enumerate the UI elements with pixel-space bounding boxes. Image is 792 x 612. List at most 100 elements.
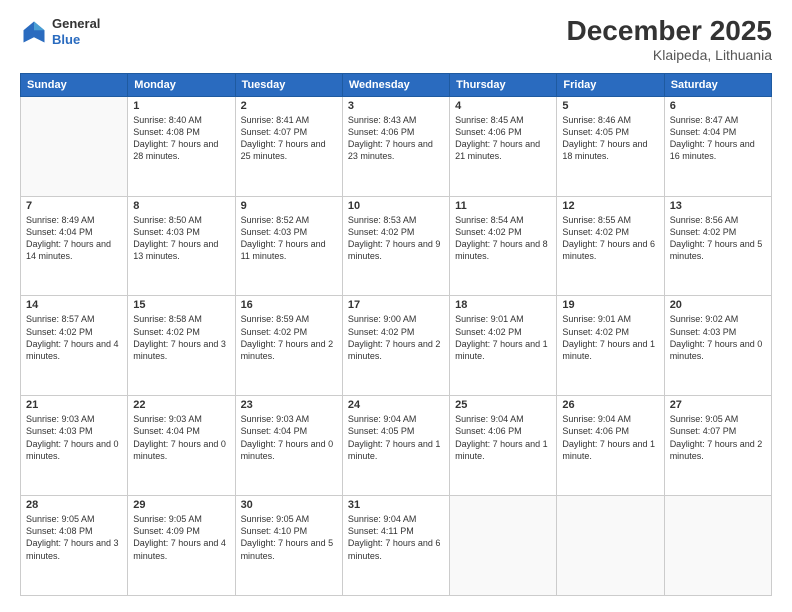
- calendar-day-header: Saturday: [664, 73, 771, 96]
- title-block: December 2025 Klaipeda, Lithuania: [567, 16, 772, 63]
- day-number: 15: [133, 299, 229, 311]
- calendar-day-cell: 17 Sunrise: 9:00 AMSunset: 4:02 PMDayligh…: [342, 296, 449, 396]
- day-info: Sunrise: 9:05 AMSunset: 4:07 PMDaylight:…: [670, 413, 766, 462]
- calendar-day-cell: 26 Sunrise: 9:04 AMSunset: 4:06 PMDayligh…: [557, 396, 664, 496]
- calendar-day-cell: 13 Sunrise: 8:56 AMSunset: 4:02 PMDayligh…: [664, 196, 771, 296]
- day-info: Sunrise: 9:04 AMSunset: 4:06 PMDaylight:…: [562, 413, 658, 462]
- calendar-day-header: Tuesday: [235, 73, 342, 96]
- page: General Blue December 2025 Klaipeda, Lit…: [0, 0, 792, 612]
- logo-general-text: General: [52, 16, 100, 32]
- day-info: Sunrise: 8:49 AMSunset: 4:04 PMDaylight:…: [26, 214, 122, 263]
- day-number: 2: [241, 100, 337, 112]
- day-number: 24: [348, 399, 444, 411]
- day-info: Sunrise: 9:04 AMSunset: 4:05 PMDaylight:…: [348, 413, 444, 462]
- day-info: Sunrise: 9:04 AMSunset: 4:06 PMDaylight:…: [455, 413, 551, 462]
- day-number: 6: [670, 100, 766, 112]
- calendar-week-row: 1 Sunrise: 8:40 AMSunset: 4:08 PMDaylight…: [21, 96, 772, 196]
- day-number: 23: [241, 399, 337, 411]
- calendar-week-row: 28 Sunrise: 9:05 AMSunset: 4:08 PMDayligh…: [21, 496, 772, 596]
- calendar-day-cell: 18Sunrise: 9:01 AMSunset: 4:02 PMDayligh…: [450, 296, 557, 396]
- calendar-day-cell: 25 Sunrise: 9:04 AMSunset: 4:06 PMDayligh…: [450, 396, 557, 496]
- day-info: Sunrise: 8:52 AMSunset: 4:03 PMDaylight:…: [241, 214, 337, 263]
- calendar-day-cell: [21, 96, 128, 196]
- day-number: 18: [455, 299, 551, 311]
- calendar-day-header: Thursday: [450, 73, 557, 96]
- calendar-day-cell: 6 Sunrise: 8:47 AMSunset: 4:04 PMDaylight…: [664, 96, 771, 196]
- day-info: Sunrise: 9:03 AMSunset: 4:04 PMDaylight:…: [133, 413, 229, 462]
- day-info: Sunrise: 8:56 AMSunset: 4:02 PMDaylight:…: [670, 214, 766, 263]
- day-info: Sunrise: 8:46 AMSunset: 4:05 PMDaylight:…: [562, 114, 658, 163]
- day-number: 26: [562, 399, 658, 411]
- day-info: Sunrise: 9:02 AMSunset: 4:03 PMDaylight:…: [670, 313, 766, 362]
- day-number: 14: [26, 299, 122, 311]
- day-info: Sunrise: 9:05 AMSunset: 4:09 PMDaylight:…: [133, 513, 229, 562]
- calendar-day-cell: 15Sunrise: 8:58 AMSunset: 4:02 PMDayligh…: [128, 296, 235, 396]
- day-info: Sunrise: 9:05 AMSunset: 4:08 PMDaylight:…: [26, 513, 122, 562]
- day-info: Sunrise: 9:01 AMSunset: 4:02 PMDaylight:…: [562, 313, 658, 362]
- calendar-day-cell: 22 Sunrise: 9:03 AMSunset: 4:04 PMDayligh…: [128, 396, 235, 496]
- calendar-day-cell: 12 Sunrise: 8:55 AMSunset: 4:02 PMDayligh…: [557, 196, 664, 296]
- calendar-day-cell: 28 Sunrise: 9:05 AMSunset: 4:08 PMDayligh…: [21, 496, 128, 596]
- calendar-day-cell: 31 Sunrise: 9:04 AMSunset: 4:11 PMDayligh…: [342, 496, 449, 596]
- day-info: Sunrise: 9:04 AMSunset: 4:11 PMDaylight:…: [348, 513, 444, 562]
- day-number: 21: [26, 399, 122, 411]
- logo-text: General Blue: [52, 16, 100, 47]
- calendar-day-cell: 24 Sunrise: 9:04 AMSunset: 4:05 PMDayligh…: [342, 396, 449, 496]
- calendar-day-cell: 5 Sunrise: 8:46 AMSunset: 4:05 PMDaylight…: [557, 96, 664, 196]
- day-info: Sunrise: 9:00 AMSunset: 4:02 PMDaylight:…: [348, 313, 444, 362]
- calendar-day-header: Monday: [128, 73, 235, 96]
- calendar-day-header: Wednesday: [342, 73, 449, 96]
- calendar-day-cell: 7Sunrise: 8:49 AMSunset: 4:04 PMDaylight…: [21, 196, 128, 296]
- calendar-day-cell: 9Sunrise: 8:52 AMSunset: 4:03 PMDaylight…: [235, 196, 342, 296]
- day-number: 27: [670, 399, 766, 411]
- day-number: 17: [348, 299, 444, 311]
- day-info: Sunrise: 8:47 AMSunset: 4:04 PMDaylight:…: [670, 114, 766, 163]
- day-number: 11: [455, 200, 551, 212]
- calendar-day-cell: 8Sunrise: 8:50 AMSunset: 4:03 PMDaylight…: [128, 196, 235, 296]
- day-number: 22: [133, 399, 229, 411]
- day-number: 13: [670, 200, 766, 212]
- day-info: Sunrise: 8:55 AMSunset: 4:02 PMDaylight:…: [562, 214, 658, 263]
- calendar-day-cell: 2 Sunrise: 8:41 AMSunset: 4:07 PMDaylight…: [235, 96, 342, 196]
- calendar-day-cell: 3 Sunrise: 8:43 AMSunset: 4:06 PMDaylight…: [342, 96, 449, 196]
- calendar-week-row: 21Sunrise: 9:03 AMSunset: 4:03 PMDayligh…: [21, 396, 772, 496]
- calendar-week-row: 14 Sunrise: 8:57 AMSunset: 4:02 PMDayligh…: [21, 296, 772, 396]
- day-number: 10: [348, 200, 444, 212]
- calendar-day-cell: 23 Sunrise: 9:03 AMSunset: 4:04 PMDayligh…: [235, 396, 342, 496]
- day-number: 28: [26, 499, 122, 511]
- header: General Blue December 2025 Klaipeda, Lit…: [20, 16, 772, 63]
- calendar-day-cell: 20 Sunrise: 9:02 AMSunset: 4:03 PMDayligh…: [664, 296, 771, 396]
- day-info: Sunrise: 8:54 AMSunset: 4:02 PMDaylight:…: [455, 214, 551, 263]
- day-number: 8: [133, 200, 229, 212]
- calendar-day-cell: 14 Sunrise: 8:57 AMSunset: 4:02 PMDayligh…: [21, 296, 128, 396]
- calendar-day-cell: 10Sunrise: 8:53 AMSunset: 4:02 PMDayligh…: [342, 196, 449, 296]
- calendar-day-header: Friday: [557, 73, 664, 96]
- day-number: 30: [241, 499, 337, 511]
- day-number: 5: [562, 100, 658, 112]
- day-info: Sunrise: 8:59 AMSunset: 4:02 PMDaylight:…: [241, 313, 337, 362]
- day-info: Sunrise: 8:43 AMSunset: 4:06 PMDaylight:…: [348, 114, 444, 163]
- day-number: 25: [455, 399, 551, 411]
- calendar-day-cell: 11 Sunrise: 8:54 AMSunset: 4:02 PMDayligh…: [450, 196, 557, 296]
- day-info: Sunrise: 8:40 AMSunset: 4:08 PMDaylight:…: [133, 114, 229, 163]
- calendar-day-cell: 16 Sunrise: 8:59 AMSunset: 4:02 PMDayligh…: [235, 296, 342, 396]
- day-number: 31: [348, 499, 444, 511]
- day-info: Sunrise: 8:57 AMSunset: 4:02 PMDaylight:…: [26, 313, 122, 362]
- day-number: 16: [241, 299, 337, 311]
- day-number: 3: [348, 100, 444, 112]
- day-number: 1: [133, 100, 229, 112]
- calendar-day-cell: 30 Sunrise: 9:05 AMSunset: 4:10 PMDayligh…: [235, 496, 342, 596]
- day-info: Sunrise: 8:41 AMSunset: 4:07 PMDaylight:…: [241, 114, 337, 163]
- calendar-day-cell: 21Sunrise: 9:03 AMSunset: 4:03 PMDayligh…: [21, 396, 128, 496]
- page-subtitle: Klaipeda, Lithuania: [567, 47, 772, 63]
- calendar-day-header: Sunday: [21, 73, 128, 96]
- page-title: December 2025: [567, 16, 772, 47]
- day-number: 12: [562, 200, 658, 212]
- logo-blue-text: Blue: [52, 32, 100, 48]
- day-info: Sunrise: 9:05 AMSunset: 4:10 PMDaylight:…: [241, 513, 337, 562]
- day-info: Sunrise: 9:03 AMSunset: 4:04 PMDaylight:…: [241, 413, 337, 462]
- day-number: 19: [562, 299, 658, 311]
- day-number: 20: [670, 299, 766, 311]
- calendar-day-cell: [557, 496, 664, 596]
- calendar-table: SundayMondayTuesdayWednesdayThursdayFrid…: [20, 73, 772, 596]
